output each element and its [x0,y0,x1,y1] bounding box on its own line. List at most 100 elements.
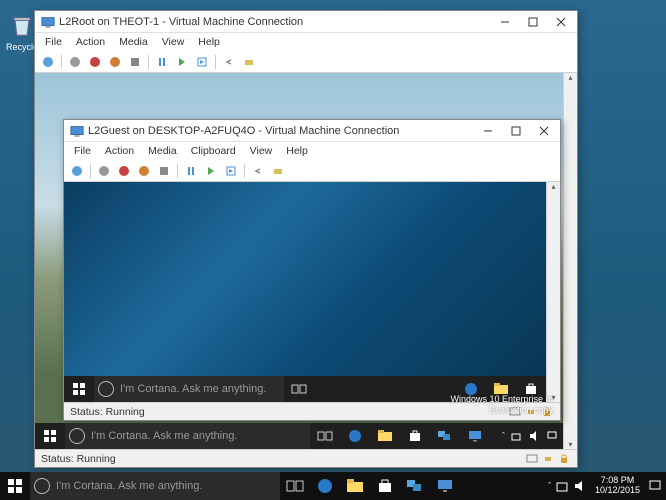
tray-chevron-icon[interactable]: ˆ [548,481,551,491]
volume-icon[interactable] [573,479,587,493]
close-button[interactable] [530,121,558,141]
reset-button[interactable] [202,162,220,180]
cortana-placeholder: I'm Cortana. Ask me anything. [120,383,266,395]
menu-file[interactable]: File [39,35,68,49]
menu-view[interactable]: View [156,35,191,49]
outer-title: L2Root on THEOT-1 - Virtual Machine Conn… [59,16,491,28]
edge-icon[interactable] [310,472,340,500]
maximize-button[interactable] [519,12,547,32]
start-button[interactable] [35,423,65,449]
file-explorer-icon[interactable] [340,472,370,500]
inner-vm-window: L2Guest on DESKTOP-A2FUQ4O - Virtual Mac… [63,119,561,421]
host-taskbar: I'm Cortana. Ask me anything. ˆ 7:08 PM … [0,472,666,500]
display-config-icon[interactable] [525,452,539,466]
vmconnect-icon[interactable] [460,423,490,449]
cortana-icon [98,381,114,397]
watermark: Windows 10 Enterprise In Evaluation copy [450,394,553,417]
menu-help[interactable]: Help [280,144,314,158]
cortana-search[interactable]: I'm Cortana. Ask me anything. [65,423,310,449]
menu-action[interactable]: Action [99,144,140,158]
status-text: Status: Running [41,453,116,465]
speaker-icon[interactable] [541,452,555,466]
network-icon[interactable] [509,429,523,443]
scrollbar[interactable] [563,73,577,449]
task-view-icon[interactable] [280,472,310,500]
ctrl-alt-del-button[interactable] [68,162,86,180]
file-explorer-icon[interactable] [370,423,400,449]
start-button[interactable] [0,472,30,500]
inner-guest-desktop[interactable]: I'm Cortana. Ask me anything. [64,182,546,402]
lock-icon[interactable] [557,452,571,466]
outer-titlebar[interactable]: L2Root on THEOT-1 - Virtual Machine Conn… [35,11,577,33]
cortana-icon [69,428,85,444]
outer-vm-content: L2Guest on DESKTOP-A2FUQ4O - Virtual Mac… [35,73,577,449]
shutdown-button[interactable] [106,53,124,71]
revert-button[interactable] [220,53,238,71]
cortana-placeholder: I'm Cortana. Ask me anything. [91,430,237,442]
vm-icon [41,15,55,29]
host-desktop: Recycle L2Root on THEOT-1 - Virtual Mach… [0,0,666,500]
action-center-icon[interactable] [648,479,662,493]
checkpoint-button[interactable] [193,53,211,71]
revert-button[interactable] [249,162,267,180]
menu-help[interactable]: Help [192,35,226,49]
cortana-search[interactable]: I'm Cortana. Ask me anything. [30,472,280,500]
tray-chevron-icon[interactable]: ˆ [502,431,505,441]
menu-media[interactable]: Media [142,144,183,158]
pause-button[interactable] [153,53,171,71]
cortana-search[interactable]: I'm Cortana. Ask me anything. [94,376,284,402]
share-button[interactable] [269,162,287,180]
inner-menubar: File Action Media Clipboard View Help [64,142,560,160]
scrollbar[interactable] [546,182,560,402]
store-icon[interactable] [370,472,400,500]
close-button[interactable] [547,12,575,32]
hyperv-icon[interactable] [430,423,460,449]
minimize-button[interactable] [474,121,502,141]
inner-vm-content: I'm Cortana. Ask me anything. [64,182,560,402]
system-tray: ˆ [498,429,563,443]
ctrl-alt-del-button[interactable] [39,53,57,71]
task-view-icon[interactable] [310,423,340,449]
clock[interactable]: 7:08 PM 10/12/2015 [591,476,644,496]
system-tray: ˆ 7:08 PM 10/12/2015 [544,476,666,496]
start-button[interactable] [66,53,84,71]
menu-view[interactable]: View [244,144,279,158]
shutdown-button[interactable] [135,162,153,180]
cortana-icon [34,478,50,494]
start-button[interactable] [95,162,113,180]
inner-toolbar [64,160,560,182]
menu-media[interactable]: Media [113,35,154,49]
store-icon[interactable] [400,423,430,449]
checkpoint-button[interactable] [222,162,240,180]
recycle-bin-icon [8,12,36,40]
inner-titlebar[interactable]: L2Guest on DESKTOP-A2FUQ4O - Virtual Mac… [64,120,560,142]
outer-menubar: File Action Media View Help [35,33,577,51]
action-center-icon[interactable] [545,429,559,443]
menu-action[interactable]: Action [70,35,111,49]
pause-button[interactable] [182,162,200,180]
outer-toolbar [35,51,577,73]
maximize-button[interactable] [502,121,530,141]
start-button[interactable] [64,376,94,402]
minimize-button[interactable] [491,12,519,32]
outer-guest-taskbar: I'm Cortana. Ask me anything. ˆ [35,423,563,449]
vmconnect-icon[interactable] [430,472,460,500]
task-view-icon[interactable] [284,376,314,402]
save-button[interactable] [155,162,173,180]
volume-icon[interactable] [527,429,541,443]
reset-button[interactable] [173,53,191,71]
network-icon[interactable] [555,479,569,493]
menu-clipboard[interactable]: Clipboard [185,144,242,158]
share-button[interactable] [240,53,258,71]
outer-guest-desktop[interactable]: L2Guest on DESKTOP-A2FUQ4O - Virtual Mac… [35,73,563,449]
cortana-placeholder: I'm Cortana. Ask me anything. [56,480,202,492]
turnoff-button[interactable] [115,162,133,180]
hyperv-icon[interactable] [400,472,430,500]
menu-file[interactable]: File [68,144,97,158]
status-text: Status: Running [70,406,145,418]
save-button[interactable] [126,53,144,71]
turnoff-button[interactable] [86,53,104,71]
edge-icon[interactable] [340,423,370,449]
outer-vm-window: L2Root on THEOT-1 - Virtual Machine Conn… [34,10,578,468]
inner-title: L2Guest on DESKTOP-A2FUQ4O - Virtual Mac… [88,125,474,137]
